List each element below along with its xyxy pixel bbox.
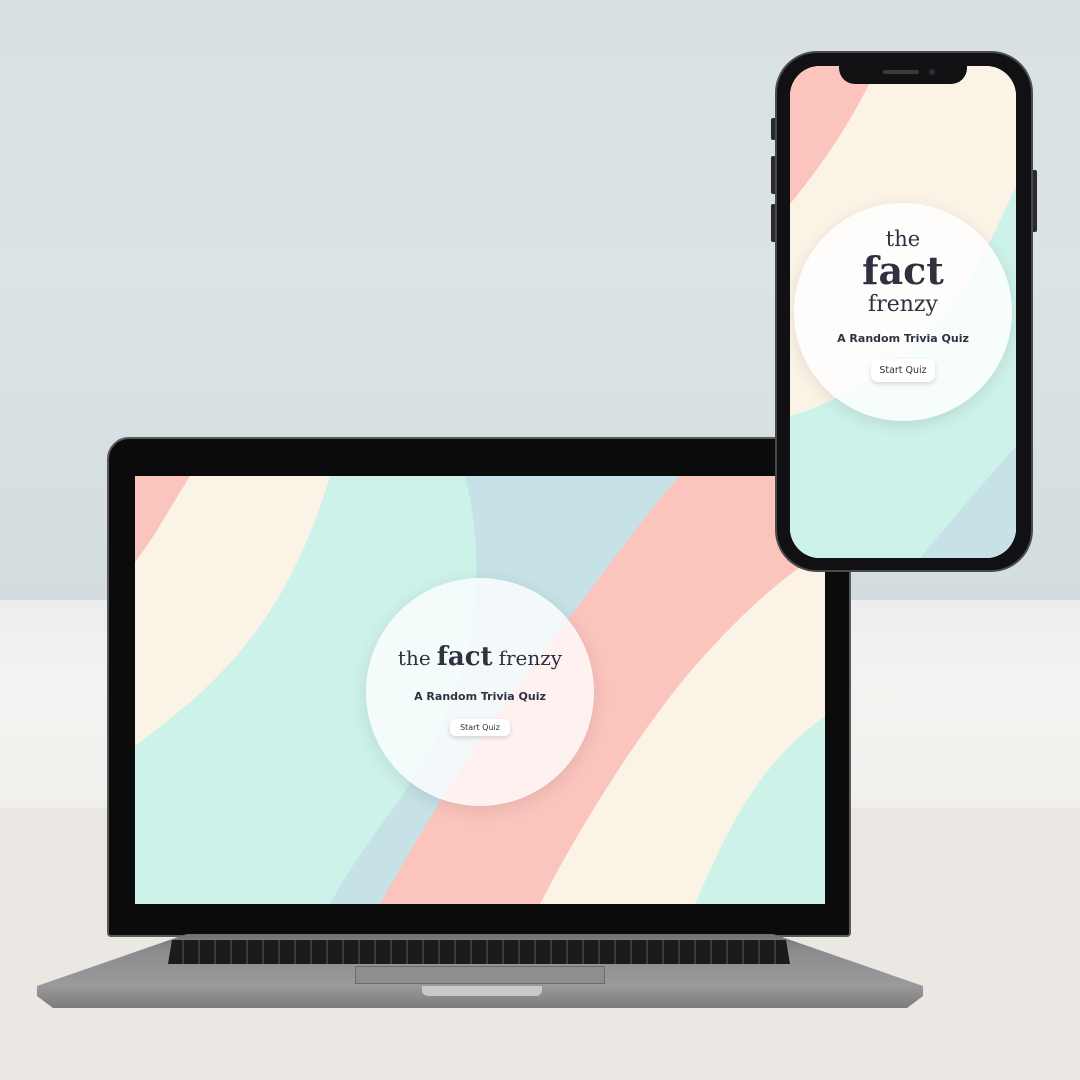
phone-title-card: the fact frenzy A Random Trivia Quiz Sta…	[794, 203, 1012, 421]
title-word-frenzy: frenzy	[498, 646, 563, 670]
start-quiz-button[interactable]: Start Quiz	[450, 719, 510, 736]
title-word-fact: fact	[436, 642, 493, 672]
laptop-screen: the fact frenzy A Random Trivia Quiz Sta…	[135, 476, 825, 904]
speaker-icon	[883, 70, 919, 74]
laptop-lid-notch	[422, 986, 542, 996]
title-word-the: the	[397, 646, 431, 670]
app-subtitle: A Random Trivia Quiz	[837, 332, 969, 345]
app-title: the fact frenzy	[398, 642, 562, 672]
start-quiz-button[interactable]: Start Quiz	[871, 359, 935, 382]
phone-notch	[839, 64, 967, 84]
title-word-frenzy: frenzy	[868, 292, 938, 317]
laptop-trackpad	[355, 966, 605, 984]
title-word-the: the	[885, 227, 921, 251]
title-word-fact: fact	[862, 248, 944, 293]
app-title-stacked: the fact frenzy	[862, 229, 944, 316]
laptop-title-card: the fact frenzy A Random Trivia Quiz Sta…	[366, 578, 594, 806]
phone-screen: the fact frenzy A Random Trivia Quiz Sta…	[790, 66, 1016, 558]
laptop-keyboard	[168, 940, 790, 964]
app-subtitle: A Random Trivia Quiz	[414, 690, 546, 703]
camera-icon	[929, 69, 935, 75]
mockup-scene: the fact frenzy A Random Trivia Quiz Sta…	[0, 0, 1080, 1080]
